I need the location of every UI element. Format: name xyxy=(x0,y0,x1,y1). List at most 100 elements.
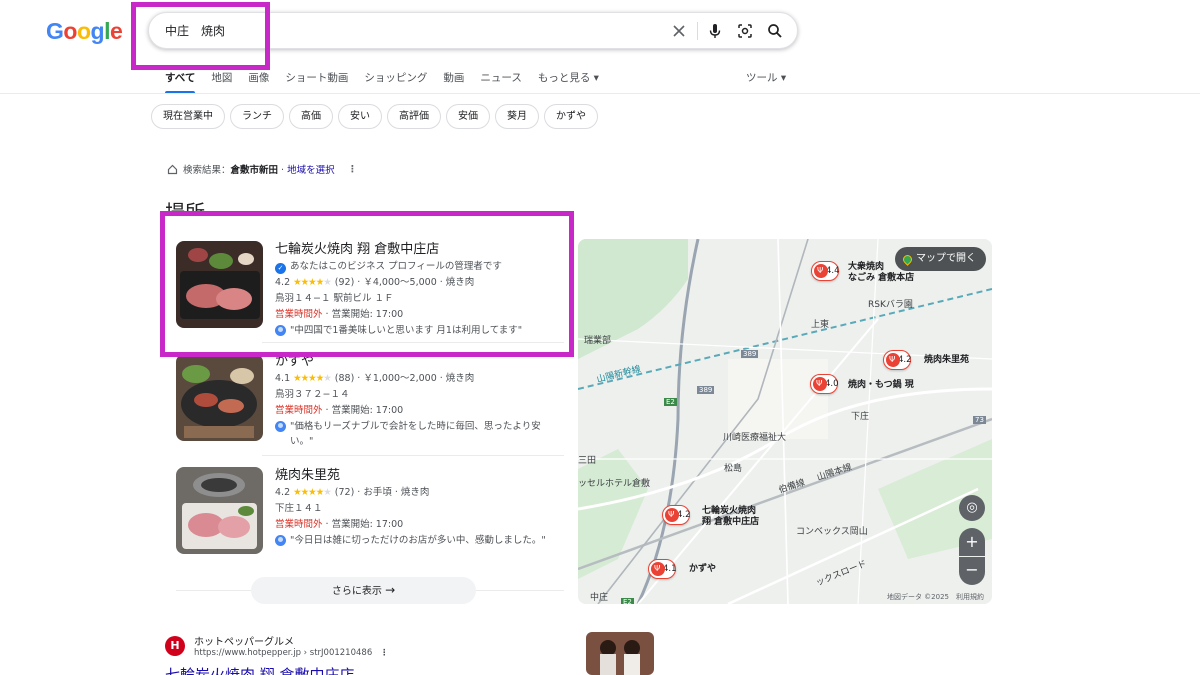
map-pin-label: かずや xyxy=(689,564,717,574)
route-shield: 73 xyxy=(973,416,986,424)
opening-time: · 営業開始: 17:00 xyxy=(322,405,404,416)
map-label: ッセルホテル倉敷 xyxy=(578,479,651,489)
route-shield: E2 xyxy=(621,598,634,604)
route-shield: 389 xyxy=(741,350,759,358)
google-logo[interactable]: Google xyxy=(46,18,123,45)
logo-letter: o xyxy=(76,18,91,44)
hotpepper-favicon: H xyxy=(165,636,185,656)
logo-letter: g xyxy=(90,18,105,44)
map-footer: 地図データ ©2025 利用規約 xyxy=(886,593,984,601)
map-label: RSKバラ園 xyxy=(868,300,913,310)
rating-meta: (72) · お手頃 · 焼き肉 xyxy=(334,487,430,498)
result-site-name[interactable]: ホットペッパーグルメ xyxy=(194,633,294,648)
chip-open-now[interactable]: 現在営業中 xyxy=(151,104,225,129)
rating-value: 4.2 xyxy=(275,487,291,498)
close-icon[interactable] xyxy=(670,22,688,40)
tab-more[interactable]: もっと見る ▾ xyxy=(538,70,599,90)
opening-time: · 営業開始: 17:00 xyxy=(322,519,404,530)
chip-top-rated[interactable]: 高評価 xyxy=(387,104,441,129)
place-hours: 営業時間外 · 営業開始: 17:00 xyxy=(275,403,565,419)
open-in-maps-label: マップで開く xyxy=(916,253,976,264)
route-shield: 389 xyxy=(697,386,715,394)
more-vert-icon[interactable]: ⋮ xyxy=(380,648,389,658)
rating-value: 4.1 xyxy=(275,373,291,384)
search-icon[interactable] xyxy=(766,22,784,40)
result-thumbnail[interactable] xyxy=(586,632,654,675)
chip-lunch[interactable]: ランチ xyxy=(230,104,284,129)
tab-videos[interactable]: 動画 xyxy=(443,70,464,90)
chip-cheap[interactable]: 安い xyxy=(338,104,382,129)
tools-button[interactable]: ツール ▾ xyxy=(746,70,786,85)
search-tabs: すべて 地図 画像 ショート動画 ショッピング 動画 ニュース もっと見る ▾ xyxy=(165,70,615,94)
map-label: 中庄 xyxy=(590,593,609,603)
lens-icon[interactable] xyxy=(736,22,754,40)
review-text: "価格もリーズナブルで会計をした時に毎回、思ったより安い。" xyxy=(290,421,541,447)
map-pin-label: 焼肉・もつ鍋 現 xyxy=(848,380,914,390)
place-address: 鳥羽３７２−１４ xyxy=(275,389,350,400)
chip-kizuki[interactable]: 葵月 xyxy=(495,104,539,129)
arrow-right-icon: → xyxy=(385,583,396,597)
place-review: "価格もリーズナブルで会計をした時に毎回、思ったより安い。" xyxy=(275,419,557,449)
map-panel[interactable]: マップで開く RSKバラ園 上東 下庄 川崎医療福祉大 松島 コンベックス岡山 … xyxy=(578,239,992,604)
map-canvas[interactable] xyxy=(578,239,992,604)
more-vert-icon[interactable]: ⋮ xyxy=(348,164,358,175)
place-photo[interactable] xyxy=(176,354,263,441)
map-label: 松島 xyxy=(724,464,743,474)
map-pin-label: 七輪炭火焼肉 翔 倉敷中庄店 xyxy=(702,506,760,527)
location-line: 検索結果：倉敷市新田 · 地域を選択 ⋮ xyxy=(167,162,357,176)
map-label: 三田 xyxy=(578,456,597,466)
logo-letter: e xyxy=(109,18,123,44)
search-divider xyxy=(697,22,698,40)
logo-letter: G xyxy=(46,18,64,44)
tab-images[interactable]: 画像 xyxy=(248,70,269,90)
header-divider xyxy=(0,93,1200,94)
status-closed: 営業時間外 xyxy=(275,405,323,416)
place-hours: 営業時間外 · 営業開始: 17:00 xyxy=(275,517,565,533)
place-divider xyxy=(262,455,564,456)
map-label: 川崎医療福祉大 xyxy=(723,433,787,443)
show-more-button[interactable]: さらに表示 → xyxy=(251,577,476,604)
tab-all[interactable]: すべて xyxy=(165,70,196,94)
tab-shopping[interactable]: ショッピング xyxy=(364,70,427,90)
my-location-icon[interactable]: ◎ xyxy=(959,495,985,521)
rating-meta: (88) · ￥1,000〜2,000 · 焼き肉 xyxy=(334,373,475,384)
location-area: 倉敷市新田 xyxy=(230,165,279,176)
zoom-out-button[interactable]: − xyxy=(959,557,985,585)
star-empty: ★ xyxy=(323,487,332,498)
rating-line: 4.1 ★★★★★ (88) · ￥1,000〜2,000 · 焼き肉 xyxy=(275,371,565,387)
map-pin[interactable]: 4.2 xyxy=(883,350,912,370)
map-pin[interactable]: 4.1 xyxy=(648,559,677,579)
star-rating: ★★★★ xyxy=(293,373,324,384)
place-address: 下庄１４１ xyxy=(275,503,323,514)
rating-line: 4.2 ★★★★★ (72) · お手頃 · 焼き肉 xyxy=(275,485,565,501)
zoom-in-button[interactable]: + xyxy=(959,528,985,556)
status-closed: 営業時間外 xyxy=(275,519,323,530)
avatar-icon xyxy=(275,421,286,432)
mic-icon[interactable] xyxy=(706,22,724,40)
location-prefix: 検索結果： xyxy=(183,165,231,176)
map-pin[interactable]: 4.4 xyxy=(811,261,840,281)
avatar-icon xyxy=(275,535,286,546)
tab-news[interactable]: ニュース xyxy=(480,70,521,90)
result-url: https://www.hotpepper.jp › strJ001210486… xyxy=(194,648,388,658)
map-label: 下庄 xyxy=(851,412,870,422)
place-photo[interactable] xyxy=(176,467,263,554)
choose-area-link[interactable]: 地域を選択 xyxy=(287,165,335,176)
map-label: 瑞業部 xyxy=(584,336,612,346)
star-rating: ★★★★ xyxy=(293,487,324,498)
tab-short-videos[interactable]: ショート動画 xyxy=(285,70,348,90)
tab-maps[interactable]: 地図 xyxy=(211,70,232,90)
location-separator: · xyxy=(278,165,288,176)
place-name[interactable]: 焼肉朱里苑 xyxy=(275,467,565,485)
chip-inexpensive[interactable]: 安価 xyxy=(446,104,490,129)
map-pin[interactable]: 4.0 xyxy=(810,374,839,394)
show-more-label: さらに表示 xyxy=(331,586,382,597)
result-title-link[interactable]: 七輪炭火焼肉 翔 倉敷中庄店 xyxy=(165,664,355,675)
map-pin-label: 焼肉朱里苑 xyxy=(924,355,970,365)
map-pin[interactable]: 4.2 xyxy=(662,505,691,525)
chip-kazuya[interactable]: かずや xyxy=(544,104,598,129)
route-shield: E2 xyxy=(664,398,677,406)
chip-expensive[interactable]: 高価 xyxy=(289,104,333,129)
home-icon xyxy=(167,164,178,174)
place-review: "今日日は雑に切っただけのお店が多い中、感動しました。" xyxy=(275,533,557,548)
